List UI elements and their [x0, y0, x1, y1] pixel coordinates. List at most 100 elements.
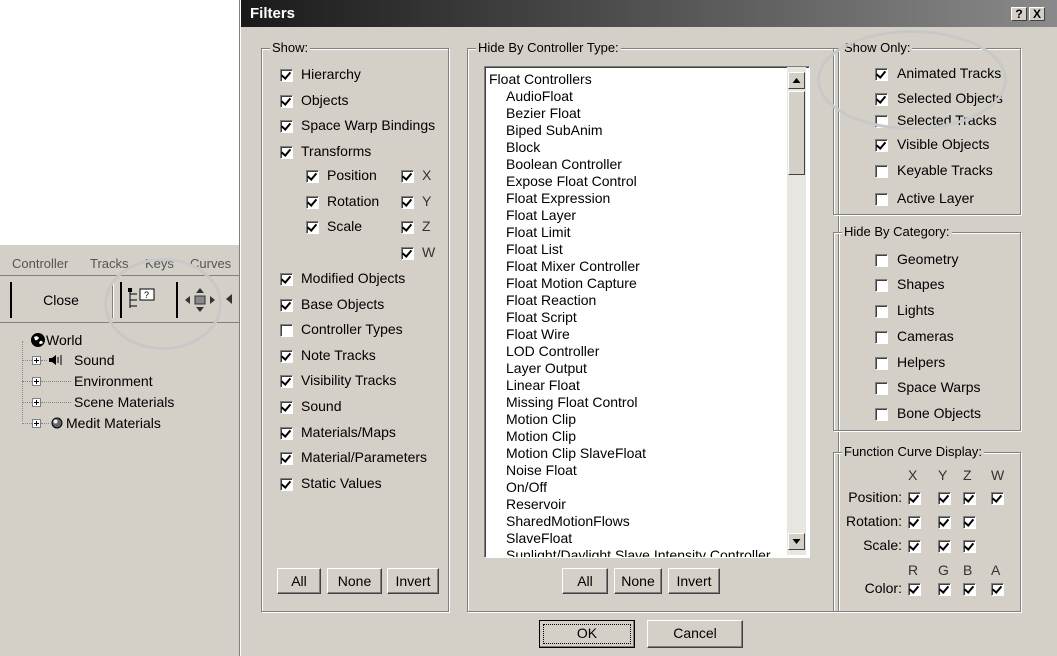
fcurve-checkbox[interactable]	[938, 540, 951, 553]
checkbox-static-values[interactable]	[280, 478, 293, 491]
fcurve-checkbox[interactable]	[991, 492, 1004, 505]
fcurve-checkbox[interactable]	[963, 540, 976, 553]
expand-icon[interactable]	[32, 377, 41, 386]
controller-none-button[interactable]: None	[614, 568, 662, 594]
tree-item-medit-materials[interactable]: Medit Materials	[22, 414, 222, 432]
checkbox-bone-objects[interactable]	[875, 408, 888, 421]
checkbox-hierarchy[interactable]	[280, 69, 293, 82]
cancel-button[interactable]: Cancel	[647, 620, 743, 648]
show-all-button[interactable]: All	[277, 568, 321, 594]
close-window-button[interactable]: X	[1029, 7, 1045, 21]
checkbox-visible-objects[interactable]	[875, 139, 888, 152]
list-item[interactable]: Biped SubAnim	[506, 122, 603, 139]
label-space-warps: Space Warps	[897, 379, 981, 395]
checkbox-active-layer[interactable]	[875, 193, 888, 206]
list-item[interactable]: AudioFloat	[506, 88, 573, 105]
tree-item-environment[interactable]: Environment	[22, 372, 222, 390]
list-item[interactable]: SlaveFloat	[506, 530, 572, 547]
list-item[interactable]: Motion Clip SlaveFloat	[506, 445, 646, 462]
checkbox-helpers[interactable]	[875, 357, 888, 370]
checkbox-geometry[interactable]	[875, 254, 888, 267]
help-button[interactable]: ?	[1011, 7, 1027, 21]
checkbox-cameras[interactable]	[875, 331, 888, 344]
expand-icon[interactable]	[32, 398, 41, 407]
fcurve-checkbox[interactable]	[938, 492, 951, 505]
expand-icon[interactable]	[32, 419, 41, 428]
controller-type-listbox[interactable]: Float Controllers AudioFloat Bezier Float…	[484, 66, 810, 558]
list-item[interactable]: Float Expression	[506, 190, 610, 207]
checkbox-shapes[interactable]	[875, 279, 888, 292]
close-button[interactable]: Close	[16, 283, 106, 317]
checkbox-sound[interactable]	[280, 401, 293, 414]
scroll-up-button[interactable]	[788, 72, 805, 89]
fcurve-checkbox[interactable]	[908, 492, 921, 505]
checkbox-base-objects[interactable]	[280, 299, 293, 312]
checkbox-rotation[interactable]	[306, 196, 319, 209]
controller-all-button[interactable]: All	[562, 568, 608, 594]
fcurve-checkbox[interactable]	[908, 516, 921, 529]
scroll-down-button[interactable]	[788, 533, 805, 550]
list-item[interactable]: Reservoir	[506, 496, 566, 513]
list-item[interactable]: Float Mixer Controller	[506, 258, 640, 275]
list-item[interactable]: Boolean Controller	[506, 156, 622, 173]
show-none-button[interactable]: None	[327, 568, 382, 594]
list-item[interactable]: Motion Clip	[506, 411, 576, 428]
list-item[interactable]: Float List	[506, 241, 563, 258]
list-item[interactable]: Missing Float Control	[506, 394, 638, 411]
tree-item-sound[interactable]: Sound	[22, 351, 222, 369]
list-item[interactable]: Float Limit	[506, 224, 571, 241]
fcurve-color-checkbox[interactable]	[938, 583, 951, 596]
checkbox-axis-y[interactable]	[401, 196, 414, 209]
checkbox-visibility-tracks[interactable]	[280, 375, 293, 388]
list-item[interactable]: Linear Float	[506, 377, 580, 394]
checkbox-keyable-tracks[interactable]	[875, 165, 888, 178]
list-item[interactable]: Noise Float	[506, 462, 577, 479]
show-invert-button[interactable]: Invert	[387, 568, 439, 594]
checkbox-transforms[interactable]	[280, 146, 293, 159]
checkbox-controller-types[interactable]	[280, 324, 293, 337]
list-item[interactable]: On/Off	[506, 479, 547, 496]
list-item[interactable]: Float Reaction	[506, 292, 596, 309]
list-item[interactable]: Sunlight/Daylight Slave Intensity Contro…	[506, 547, 771, 557]
checkbox-space-warp-bindings[interactable]	[280, 120, 293, 133]
checkbox-objects[interactable]	[280, 95, 293, 108]
checkbox-material-parameters[interactable]	[280, 452, 293, 465]
list-item[interactable]: Motion Clip	[506, 428, 576, 445]
checkbox-scale[interactable]	[306, 221, 319, 234]
checkbox-axis-z[interactable]	[401, 221, 414, 234]
list-scrollbar-thumb[interactable]	[788, 91, 805, 175]
fcurve-color-checkbox[interactable]	[963, 583, 976, 596]
list-item[interactable]: Float Motion Capture	[506, 275, 637, 292]
fcurve-color-checkbox[interactable]	[991, 583, 1004, 596]
tree-label-medit-materials: Medit Materials	[66, 415, 161, 431]
fcurve-checkbox[interactable]	[963, 492, 976, 505]
list-item[interactable]: Float Wire	[506, 326, 570, 343]
list-item[interactable]: Bezier Float	[506, 105, 581, 122]
arrow-left-icon[interactable]	[224, 293, 238, 305]
checkbox-axis-x[interactable]	[401, 170, 414, 183]
list-item[interactable]: Expose Float Control	[506, 173, 637, 190]
list-header-float-controllers[interactable]: Float Controllers	[489, 71, 592, 88]
fcurve-checkbox[interactable]	[908, 540, 921, 553]
list-item[interactable]: Float Layer	[506, 207, 576, 224]
menu-controller[interactable]: Controller	[12, 256, 68, 272]
checkbox-modified-objects[interactable]	[280, 273, 293, 286]
checkbox-position[interactable]	[306, 170, 319, 183]
list-item[interactable]: Block	[506, 139, 540, 156]
list-item[interactable]: Layer Output	[506, 360, 587, 377]
checkbox-materials-maps[interactable]	[280, 427, 293, 440]
expand-icon[interactable]	[32, 356, 41, 365]
checkbox-note-tracks[interactable]	[280, 350, 293, 363]
tree-item-scene-materials[interactable]: Scene Materials	[22, 393, 222, 411]
checkbox-axis-w[interactable]	[401, 247, 414, 260]
controller-invert-button[interactable]: Invert	[668, 568, 720, 594]
fcurve-checkbox[interactable]	[963, 516, 976, 529]
list-item[interactable]: LOD Controller	[506, 343, 599, 360]
checkbox-space-warps[interactable]	[875, 382, 888, 395]
fcurve-checkbox[interactable]	[938, 516, 951, 529]
ok-button[interactable]: OK	[539, 620, 635, 648]
list-item[interactable]: SharedMotionFlows	[506, 513, 630, 530]
checkbox-lights[interactable]	[875, 305, 888, 318]
list-item[interactable]: Float Script	[506, 309, 577, 326]
fcurve-color-checkbox[interactable]	[908, 583, 921, 596]
